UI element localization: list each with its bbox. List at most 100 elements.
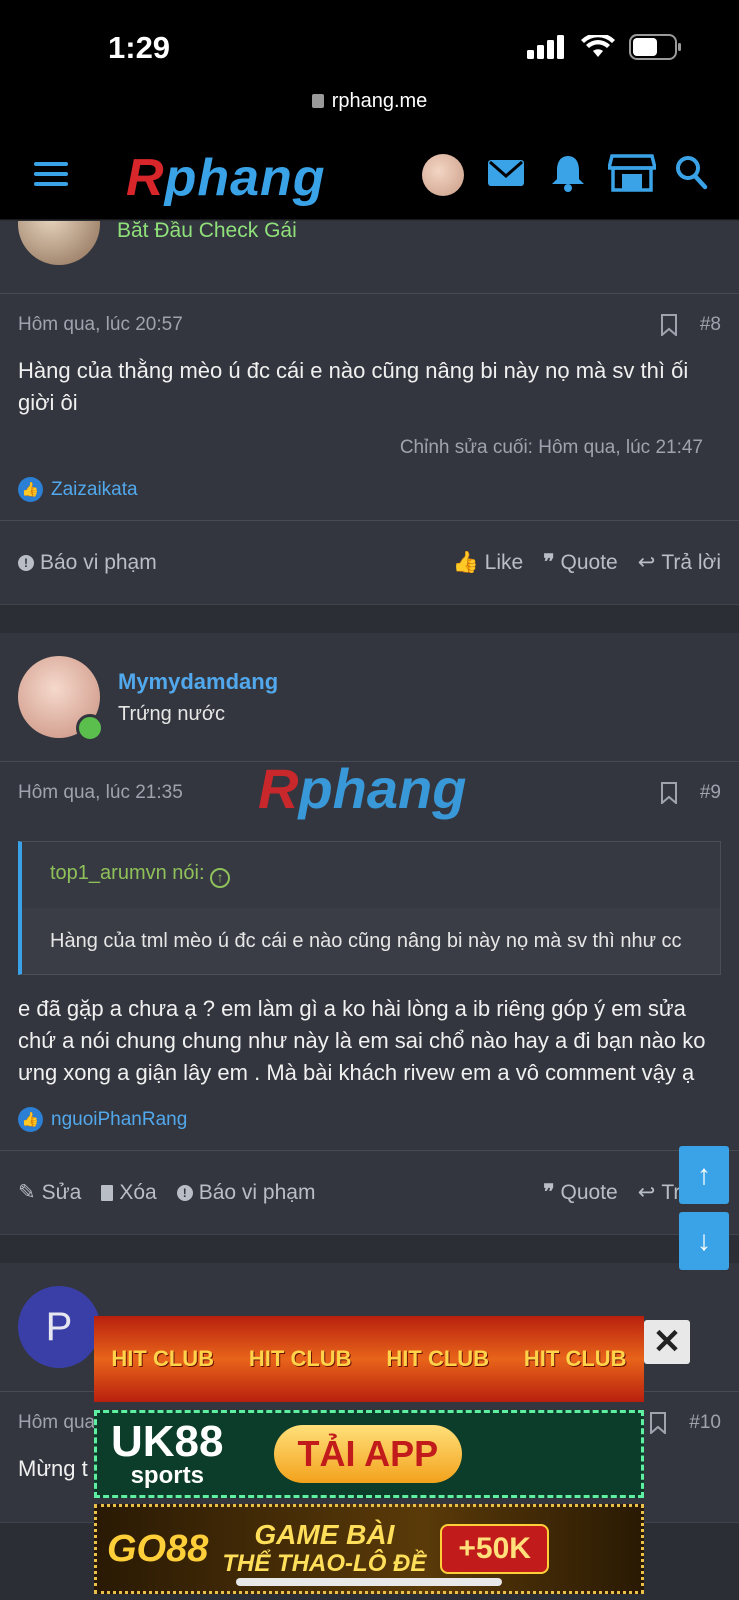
online-status-icon [76, 714, 104, 742]
ad-banner-hitclub[interactable]: HIT CLUB HIT CLUB HIT CLUB HIT CLUB [94, 1316, 644, 1402]
menu-icon[interactable] [34, 162, 68, 186]
ad-banner-uk88[interactable]: UK88 sports TẢI APP [94, 1410, 644, 1498]
thumbs-up-outline-icon: 👍 [452, 550, 479, 574]
quote-button[interactable]: ❞ Quote [543, 1180, 618, 1205]
scroll-to-top-button[interactable]: ↑ [679, 1146, 729, 1204]
watermark-text: phang [298, 757, 467, 820]
like-button[interactable]: 👍 Like [453, 551, 524, 575]
post-author: Mymydamdang Trứng nước [0, 633, 739, 761]
post-separator [0, 605, 739, 633]
ad-text: HIT CLUB [248, 1346, 352, 1371]
reply-label: Trả lời [661, 550, 721, 574]
report-button[interactable]: ! Báo vi phạm [18, 551, 157, 575]
scroll-to-bottom-button[interactable]: ↓ [679, 1212, 729, 1270]
arrow-up-circle-icon[interactable]: ↑ [210, 868, 231, 888]
cellular-signal-icon [527, 35, 564, 59]
author-title: Bắt Đầu Check Gái [117, 221, 297, 242]
close-icon: ✕ [652, 1323, 682, 1361]
thumbs-up-icon: 👍 [18, 477, 43, 502]
arrow-up-icon: ↑ [697, 1159, 711, 1190]
reply-button[interactable]: ↩Trả lời [638, 550, 721, 575]
battery-icon [629, 34, 681, 60]
quote-button[interactable]: ❞ Quote [543, 550, 618, 575]
report-button[interactable]: ! Báo vi phạm [176, 1180, 316, 1205]
url-bar[interactable]: rphang.me [0, 90, 739, 130]
edit-button[interactable]: ✎ Sửa [18, 1180, 81, 1205]
post-body: Hàng của thằng mèo ú đc cái e nào cũng n… [18, 358, 689, 415]
url-text: rphang.me [331, 90, 428, 112]
watermark-letter: R [258, 757, 299, 820]
home-indicator[interactable] [236, 1578, 502, 1586]
post-actions: ✎Sửa Xóa !Báo vi phạm ❞Quote ↩Trả lời [0, 1150, 739, 1234]
like-label: Like [484, 550, 524, 574]
site-watermark: Rphang [258, 756, 466, 821]
quote-body: Hàng của tml mèo ú đc cái e nào cũng nân… [50, 930, 682, 952]
ad-line1: GAME BÀI [254, 1519, 395, 1551]
post-timestamp[interactable]: Hôm qua, lúc 21:35 [18, 782, 183, 804]
ad-text: HIT CLUB [523, 1346, 627, 1371]
ad-brand: UK88 [111, 1417, 224, 1466]
status-bar: 1:29 [0, 0, 739, 90]
post-meta: Hôm qua, lúc 20:57 #8 [0, 293, 739, 355]
ad-sub: sports [130, 1462, 204, 1489]
logo-text: phang [164, 149, 326, 207]
thumbs-up-icon: 👍 [18, 1107, 43, 1132]
post-timestamp[interactable]: Hôm qua, lúc 20:57 [18, 314, 183, 336]
site-logo[interactable]: Rphang [126, 148, 326, 208]
author-name[interactable]: Mymydamdang [118, 669, 278, 695]
user-avatar[interactable] [422, 154, 464, 196]
post-number[interactable]: #9 [700, 782, 721, 804]
search-icon[interactable] [674, 152, 708, 192]
status-icons [527, 34, 683, 60]
avatar[interactable] [18, 221, 100, 265]
liked-by-user[interactable]: nguoiPhanRang [51, 1109, 187, 1131]
pencil-icon: ✎ [18, 1181, 36, 1204]
report-label: Báo vi phạm [40, 550, 157, 574]
post-actions: ! Báo vi phạm 👍 Like ❞ Quote ↩ Trả lời [0, 520, 739, 604]
post-number[interactable]: #10 [689, 1412, 721, 1434]
delete-label: Xóa [119, 1180, 157, 1204]
quote-icon: ❞ [543, 1181, 555, 1204]
bookmark-icon[interactable] [660, 781, 678, 804]
store-icon[interactable] [608, 152, 656, 192]
report-label: Báo vi phạm [198, 1180, 316, 1204]
edited-note: Chỉnh sửa cuối: Hôm qua, lúc 21:47 [399, 437, 703, 458]
avatar-letter: P [45, 1304, 73, 1349]
ad-bonus: +50K [440, 1524, 549, 1574]
quote-block: top1_arumvn nói: ↑ Hàng của tml mèo ú đc… [18, 841, 721, 975]
likes-bar: 👍 nguoiPhanRang [0, 1089, 739, 1150]
bookmark-icon[interactable] [649, 1411, 667, 1434]
mail-icon[interactable] [486, 152, 526, 192]
ad-text: HIT CLUB [111, 1346, 215, 1371]
liked-by-user[interactable]: Zaizaikata [51, 479, 138, 501]
post-8: Hôm qua, lúc 20:57 #8 Hàng của thằng mèo… [0, 293, 739, 605]
alert-icon: ! [18, 554, 34, 571]
quote-author: top1_arumvn nói: [50, 862, 205, 884]
site-header: Rphang [0, 130, 739, 220]
reply-icon: ↩ [637, 551, 656, 574]
post-number[interactable]: #8 [700, 314, 721, 336]
avatar[interactable] [18, 656, 104, 742]
post-separator [0, 1235, 739, 1263]
bell-icon[interactable] [548, 152, 588, 192]
post-7-author-tail: Bắt Đầu Check Gái [0, 221, 739, 293]
quote-header[interactable]: top1_arumvn nói: ↑ [22, 842, 720, 908]
alert-icon: ! [176, 1184, 193, 1201]
ad-brand: GO88 [107, 1527, 209, 1570]
wifi-icon [581, 35, 615, 57]
post-body: e đã gặp a chưa ạ ? em làm gì a ko hài l… [18, 996, 706, 1085]
post-timestamp[interactable]: Hôm qua [18, 1412, 95, 1434]
quote-label: Quote [560, 1180, 618, 1204]
post-9: Mymydamdang Trứng nước Hôm qua, lúc 21:3… [0, 633, 739, 1235]
quote-icon: ❞ [543, 551, 555, 574]
ad-line2: THỂ THAO-LÔ ĐỀ [222, 1550, 427, 1578]
logo-letter: R [126, 149, 165, 207]
status-time: 1:29 [108, 30, 171, 65]
delete-button[interactable]: Xóa [101, 1180, 157, 1205]
close-ad-button[interactable]: ✕ [644, 1320, 690, 1364]
likes-bar: 👍 Zaizaikata [0, 459, 739, 520]
lock-icon [311, 94, 324, 108]
author-title: Trứng nước [118, 702, 225, 725]
avatar[interactable]: P [18, 1286, 100, 1368]
bookmark-icon[interactable] [660, 313, 678, 336]
